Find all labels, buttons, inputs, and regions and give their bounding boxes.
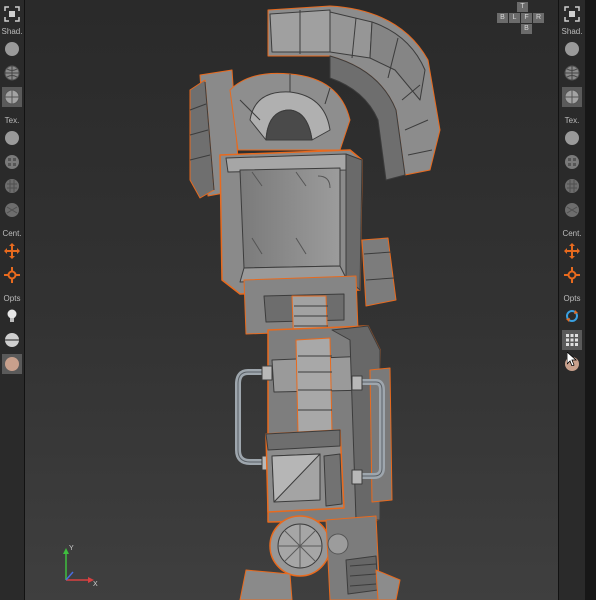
left-toolbar: Shad. Tex. Cent. Opts <box>0 0 25 600</box>
options-label-right: Opts <box>563 294 581 303</box>
texture-label-right: Tex. <box>564 116 580 125</box>
shading-label: Shad. <box>1 27 23 36</box>
move-arrows-icon <box>564 243 580 259</box>
view-cube[interactable]: T B L F R B <box>497 2 547 36</box>
sphere-plain-icon <box>565 131 579 145</box>
right-toolbar: Shad. Tex. Cent. Opts <box>558 0 586 600</box>
sphere-smooth-wire-icon <box>4 89 20 105</box>
move-arrows-icon <box>4 243 20 259</box>
sphere-wireframe-icon <box>4 65 20 81</box>
options-label: Opts <box>3 294 21 303</box>
view-cube-bottom[interactable]: B <box>521 24 532 34</box>
center-object-button[interactable] <box>2 265 22 285</box>
striped-sphere-icon <box>5 333 19 347</box>
texture-off-button[interactable] <box>2 128 22 148</box>
rotate-arrows-icon <box>566 310 578 322</box>
rotate-light-button[interactable] <box>562 306 582 326</box>
frame-icon <box>564 6 580 22</box>
shading-smooth-button-right[interactable] <box>562 39 582 59</box>
texture-off-button-right[interactable] <box>562 128 582 148</box>
3d-viewport[interactable]: T B L F R B Y X <box>25 0 558 600</box>
view-cube-right[interactable]: F <box>521 13 532 23</box>
grid-sphere-icon <box>565 203 579 217</box>
center-object-button-right[interactable] <box>562 265 582 285</box>
view-cube-front[interactable]: L <box>509 13 520 23</box>
shading-wire-button-right[interactable] <box>562 63 582 83</box>
checker-sphere-icon <box>565 155 579 169</box>
frame-view-button[interactable] <box>2 4 22 24</box>
center-label-right: Cent. <box>562 229 582 238</box>
center-target-icon <box>564 267 580 283</box>
texture-uv-button[interactable] <box>2 176 22 196</box>
axis-arrows-icon: Y X <box>63 545 98 588</box>
pointer-cursor-icon <box>566 351 578 367</box>
center-label: Cent. <box>2 229 22 238</box>
shading-wire-button[interactable] <box>2 63 22 83</box>
view-cube-top[interactable]: T <box>517 2 528 12</box>
material-button[interactable] <box>2 354 22 374</box>
sphere-wireframe-icon <box>564 65 580 81</box>
texture-checker-button[interactable] <box>2 152 22 172</box>
frame-icon <box>4 6 20 22</box>
shading-smooth-wire-button[interactable] <box>2 87 22 107</box>
mouse-cursor <box>566 351 578 371</box>
grid-sphere-icon <box>5 203 19 217</box>
frame-view-button-right[interactable] <box>562 4 582 24</box>
center-pivot-button[interactable] <box>2 241 22 261</box>
shading-smooth-button[interactable] <box>2 39 22 59</box>
shading-label-right: Shad. <box>561 27 583 36</box>
texture-grid-button-right[interactable] <box>562 200 582 220</box>
view-cube-left[interactable]: B <box>497 13 508 23</box>
uv-sphere-icon <box>565 179 579 193</box>
sphere-smooth-icon <box>565 42 579 56</box>
bulb-icon <box>7 309 17 322</box>
texture-label: Tex. <box>4 116 20 125</box>
view-cube-back[interactable]: R <box>533 13 544 23</box>
sphere-smooth-icon <box>5 42 19 56</box>
grid-toggle-button[interactable] <box>562 330 582 350</box>
sphere-plain-icon <box>5 131 19 145</box>
window-edge <box>585 0 596 600</box>
texture-grid-button[interactable] <box>2 200 22 220</box>
axis-y-label: Y <box>69 545 74 552</box>
axis-x-label: X <box>93 581 98 586</box>
uv-sphere-icon <box>5 179 19 193</box>
light-toggle-button[interactable] <box>2 306 22 326</box>
grid-dots-icon <box>566 334 578 346</box>
texture-checker-button-right[interactable] <box>562 152 582 172</box>
grid-sphere-toggle-button[interactable] <box>2 330 22 350</box>
sphere-smooth-wire-icon <box>564 89 580 105</box>
texture-uv-button-right[interactable] <box>562 176 582 196</box>
axis-gizmo: Y X <box>60 542 100 588</box>
robot-model <box>189 5 441 600</box>
center-pivot-button-right[interactable] <box>562 241 582 261</box>
material-sphere-icon <box>5 357 19 371</box>
checker-sphere-icon <box>5 155 19 169</box>
center-target-icon <box>4 267 20 283</box>
shading-smooth-wire-button-right[interactable] <box>562 87 582 107</box>
